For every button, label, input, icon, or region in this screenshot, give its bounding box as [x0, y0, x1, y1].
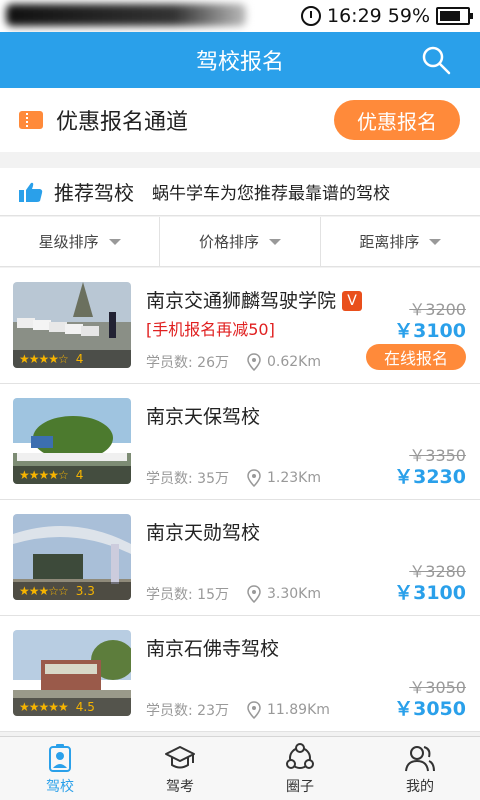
user-icon: [405, 745, 435, 771]
page-title: 驾校报名: [195, 50, 284, 75]
sort-price-label: 价格排序: [198, 233, 259, 251]
clock: 16:29: [327, 5, 382, 27]
rating-value: 3.3: [75, 584, 95, 598]
sort-by-distance[interactable]: 距离排序: [321, 217, 480, 266]
app-bar: 驾校报名: [0, 32, 480, 88]
chevron-down-icon: [108, 238, 121, 245]
chevron-down-icon: [269, 238, 281, 245]
distance: 11.89Km: [266, 702, 330, 718]
school-row[interactable]: ★★★★☆ 4 南京天保驾校 学员数: 35万 1.23Km ￥3350 ￥32…: [0, 384, 480, 500]
recommend-title: 推荐驾校: [54, 181, 134, 205]
rating-bar: ★★★★☆ 4: [13, 466, 131, 484]
search-icon[interactable]: [420, 44, 452, 76]
school-meta: 学员数: 15万 3.30Km: [146, 584, 321, 604]
distance: 0.62Km: [266, 354, 321, 370]
tab-circle[interactable]: 圈子: [240, 737, 360, 800]
sort-by-price[interactable]: 价格排序: [160, 217, 321, 266]
star-rating: ★★★★☆: [19, 468, 69, 482]
rating-value: 4: [75, 352, 84, 366]
school-photo: ★★★★★ 4.5: [13, 630, 131, 716]
alarm-icon: [301, 6, 321, 26]
recommend-header: 推荐驾校 蜗牛学车为您推荐最靠谱的驾校: [0, 168, 480, 216]
tab-school-label: 驾校: [46, 778, 74, 795]
tab-school[interactable]: 驾校: [0, 737, 120, 800]
rating-value: 4.5: [75, 700, 95, 714]
sort-bar: 星级排序 价格排序 距离排序: [0, 217, 480, 267]
school-name: 南京交通狮麟驾驶学院 V: [146, 286, 363, 313]
location-pin-icon: [247, 701, 261, 719]
chevron-down-icon: [429, 238, 442, 245]
current-price: ￥3230: [394, 466, 466, 488]
sort-by-star[interactable]: 星级排序: [0, 217, 161, 266]
rating-bar: ★★★★★ 4.5: [13, 698, 131, 716]
school-photo: ★★★★☆ 4: [13, 398, 131, 484]
school-row[interactable]: ★★★☆☆ 3.3 南京天勋驾校 学员数: 15万 3.30Km ￥3280 ￥…: [0, 500, 480, 616]
rating-bar: ★★★★☆ 4: [13, 350, 131, 368]
sort-star-label: 星级排序: [38, 233, 99, 251]
student-count: 学员数: 35万: [146, 471, 229, 487]
rating-value: 4: [75, 468, 84, 482]
sort-distance-label: 距离排序: [359, 233, 420, 251]
school-photo: ★★★☆☆ 3.3: [13, 514, 131, 600]
ticket-icon: [19, 111, 43, 129]
thumbs-up-icon: [19, 182, 43, 202]
school-list: ★★★★☆ 4 南京交通狮麟驾驶学院 V [手机报名再减50] 学员数: 26万 …: [0, 268, 480, 732]
distance: 3.30Km: [266, 586, 321, 602]
school-meta: 学员数: 23万 11.89Km: [146, 700, 330, 720]
star-rating: ★★★☆☆: [19, 584, 69, 598]
school-name: 南京天保驾校: [146, 406, 261, 428]
verified-badge: V: [342, 291, 363, 311]
star-rating: ★★★★★: [19, 700, 69, 714]
location-pin-icon: [247, 353, 261, 371]
tab-exam-label: 驾考: [166, 778, 194, 795]
online-register-button[interactable]: 在线报名: [366, 344, 466, 370]
school-name-text: 南京交通狮麟驾驶学院: [146, 290, 337, 312]
school-meta: 学员数: 26万 0.62Km: [146, 352, 321, 372]
school-name: 南京天勋驾校: [146, 522, 261, 544]
tab-mine[interactable]: 我的: [360, 737, 480, 800]
student-count: 学员数: 23万: [146, 703, 229, 719]
battery-percent: 59%: [387, 5, 430, 27]
recommend-subtitle: 蜗牛学车为您推荐最靠谱的驾校: [152, 184, 390, 204]
status-bar: 16:29 59%: [0, 0, 480, 32]
star-rating: ★★★★☆: [19, 352, 69, 366]
current-price: ￥3100: [394, 320, 466, 342]
promo-register-button[interactable]: 优惠报名: [334, 100, 460, 140]
location-pin-icon: [247, 585, 261, 603]
promo-banner: 优惠报名通道 优惠报名: [0, 88, 480, 152]
school-row[interactable]: ★★★★★ 4.5 南京石佛寺驾校 学员数: 23万 11.89Km ￥3050…: [0, 616, 480, 732]
discount-note: [手机报名再减50]: [146, 320, 275, 339]
school-meta: 学员数: 35万 1.23Km: [146, 468, 321, 488]
rating-bar: ★★★☆☆ 3.3: [13, 582, 131, 600]
current-price: ￥3100: [394, 582, 466, 604]
tab-exam[interactable]: 驾考: [120, 737, 240, 800]
current-price: ￥3050: [394, 698, 466, 720]
school-badge-icon: [49, 743, 71, 772]
notification-icons: [6, 4, 246, 26]
community-icon: [286, 742, 314, 769]
student-count: 学员数: 15万: [146, 587, 229, 603]
student-count: 学员数: 26万: [146, 355, 229, 371]
promo-title: 优惠报名通道: [56, 110, 189, 135]
distance: 1.23Km: [266, 470, 321, 486]
school-name: 南京石佛寺驾校: [146, 638, 280, 660]
location-pin-icon: [247, 469, 261, 487]
school-photo: ★★★★☆ 4: [13, 282, 131, 368]
tab-circle-label: 圈子: [286, 778, 314, 795]
tab-mine-label: 我的: [406, 778, 434, 795]
bottom-tab-bar: 驾校 驾考 圈子 我的: [0, 736, 480, 800]
battery-icon: [436, 7, 473, 25]
school-row[interactable]: ★★★★☆ 4 南京交通狮麟驾驶学院 V [手机报名再减50] 学员数: 26万 …: [0, 268, 480, 384]
graduation-cap-icon: [165, 745, 195, 768]
